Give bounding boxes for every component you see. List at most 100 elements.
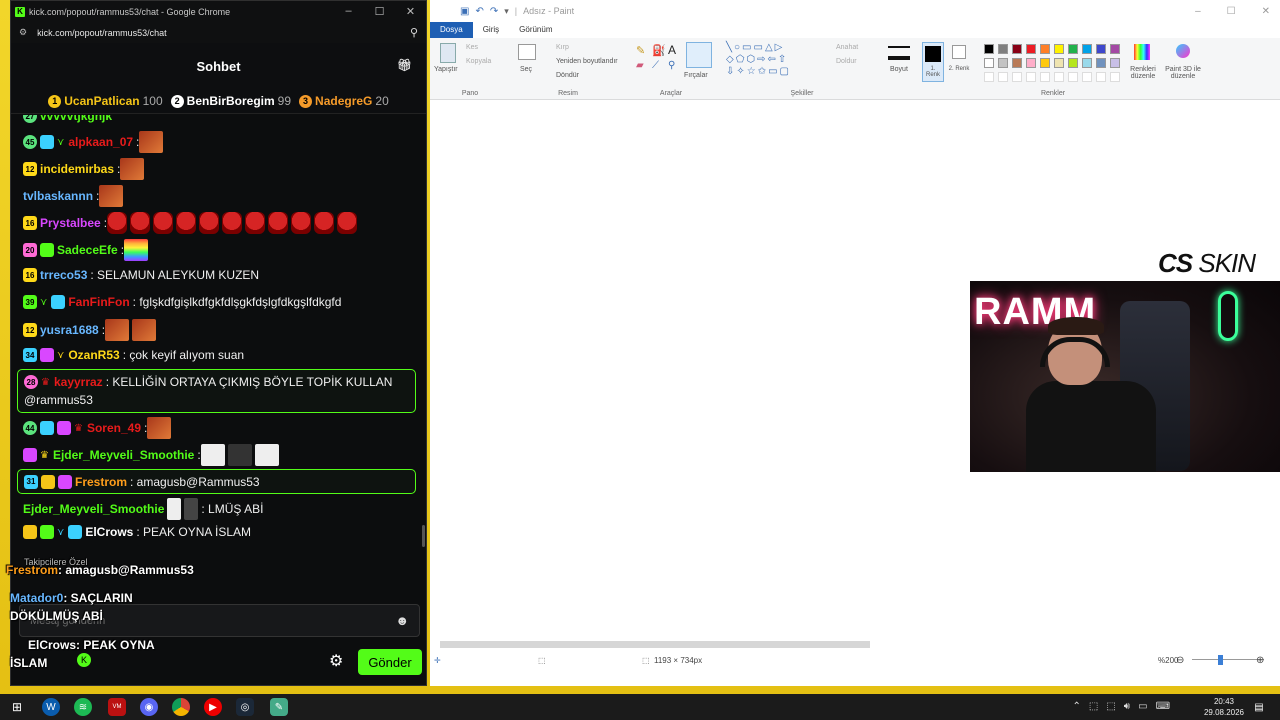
palette-swatch[interactable]	[1040, 58, 1050, 68]
palette-swatch-empty[interactable]	[998, 72, 1008, 82]
palette-swatch[interactable]	[1068, 58, 1078, 68]
maximize-button[interactable]: ☐	[364, 5, 395, 18]
palette-swatch[interactable]	[1040, 44, 1050, 54]
url-text[interactable]: kick.com/popout/rammus53/chat	[37, 28, 410, 38]
tray-icon[interactable]: ⬚	[1089, 701, 1098, 712]
emoji-icon[interactable]: ☻	[395, 613, 409, 628]
paint3d-icon[interactable]	[1176, 44, 1190, 58]
zoom-out-button[interactable]: ⊖	[1176, 655, 1184, 666]
chat-username[interactable]: Frestrom	[75, 475, 127, 489]
chat-username[interactable]: yusra1688	[40, 323, 99, 337]
chat-username[interactable]: Ejder_Meyveli_Smoothie	[23, 502, 164, 516]
horizontal-scrollbar[interactable]	[440, 641, 870, 648]
zoom-slider[interactable]	[1192, 659, 1264, 660]
windows-start-icon[interactable]: ⊞	[8, 698, 26, 716]
app-icon[interactable]: W	[42, 698, 60, 716]
palette-swatch[interactable]	[1054, 58, 1064, 68]
volume-icon[interactable]: 🔊︎	[1124, 701, 1130, 712]
palette-swatch[interactable]	[1096, 44, 1106, 54]
chat-username[interactable]: alpkaan_07	[68, 135, 133, 149]
palette-swatch-empty[interactable]	[1082, 72, 1092, 82]
taskbar-clock[interactable]: 20:43 29.08.2026	[1204, 696, 1244, 718]
paint-close-button[interactable]: ✕	[1262, 6, 1270, 17]
redo-icon[interactable]: ↷	[490, 6, 498, 17]
chat-username[interactable]: kayyrraz	[54, 375, 103, 389]
resize-button[interactable]: Yeniden boyutlandır	[556, 58, 618, 65]
palette-swatch[interactable]	[1068, 44, 1078, 54]
palette-swatch[interactable]	[1082, 58, 1092, 68]
edit-colors-button[interactable]: Renkleri düzenle	[1126, 66, 1160, 80]
network-icon[interactable]: ⬚	[1106, 701, 1115, 712]
gift-icon[interactable]: 🎁︎	[397, 58, 412, 72]
undo-icon[interactable]: ↶	[475, 6, 483, 17]
paint-minimize-button[interactable]: –	[1195, 6, 1201, 17]
kick-badge-icon[interactable]: K	[77, 653, 91, 667]
outline-button[interactable]: Anahat	[836, 44, 858, 51]
tab-gorunum[interactable]: Görünüm	[509, 22, 562, 38]
save-icon[interactable]: ▣	[460, 6, 469, 17]
discord-icon[interactable]: ◉	[140, 698, 158, 716]
palette-swatch-empty[interactable]	[984, 72, 994, 82]
steam-icon[interactable]: ◎	[236, 698, 254, 716]
palette-swatch-empty[interactable]	[1012, 72, 1022, 82]
paste-icon[interactable]	[440, 43, 456, 63]
palette-swatch[interactable]	[984, 58, 994, 68]
palette-swatch[interactable]	[1110, 58, 1120, 68]
youtube-icon[interactable]: ▶	[204, 698, 222, 716]
paste-button[interactable]: Yapıştır	[434, 66, 458, 73]
fill-icon[interactable]: ⛽	[652, 44, 666, 57]
palette-swatch[interactable]	[1110, 44, 1120, 54]
chat-username[interactable]: OzanR53	[68, 348, 119, 362]
zoom-slider-thumb[interactable]	[1218, 655, 1223, 665]
palette-swatch-empty[interactable]	[1068, 72, 1078, 82]
rotate-button[interactable]: Döndür	[556, 72, 579, 79]
crop-button[interactable]: Kırp	[556, 44, 569, 51]
notification-icon[interactable]: ▤	[1250, 698, 1268, 716]
palette-swatch[interactable]	[998, 44, 1008, 54]
minimize-button[interactable]: –	[333, 5, 364, 18]
palette-swatch-empty[interactable]	[1040, 72, 1050, 82]
chrome-icon[interactable]	[172, 698, 190, 716]
select-button[interactable]: Seç	[520, 66, 532, 73]
chat-username[interactable]: Prystalbee	[40, 216, 101, 230]
palette-swatch-empty[interactable]	[1096, 72, 1106, 82]
palette-swatch[interactable]	[1026, 58, 1036, 68]
pencil-icon[interactable]: ✎	[636, 44, 645, 57]
shapes-gallery[interactable]: ╲○▭▭△▷ ◇⬠⬡⇨⇦⇧ ⇩✧☆✩▭▢	[726, 42, 826, 78]
palette-swatch[interactable]	[998, 58, 1008, 68]
quick-access-dropdown-icon[interactable]: ▾	[504, 6, 509, 17]
chat-username[interactable]: ElCrows	[85, 525, 133, 539]
palette-swatch[interactable]	[1012, 44, 1022, 54]
brushes-button[interactable]: Fırçalar	[684, 72, 708, 79]
paint3d-button[interactable]: Paint 3D ile düzenle	[1160, 66, 1206, 80]
size-icon[interactable]	[888, 46, 910, 60]
palette-swatch[interactable]	[1082, 44, 1092, 54]
battery-icon[interactable]: ▭	[1138, 701, 1147, 712]
paint-maximize-button[interactable]: ☐	[1227, 6, 1236, 17]
palette-swatch-empty[interactable]	[1026, 72, 1036, 82]
chat-username[interactable]: SadeceEfe	[57, 243, 118, 257]
palette-swatch[interactable]	[984, 44, 994, 54]
site-info-icon[interactable]: ⚙	[19, 27, 27, 38]
close-button[interactable]: ✕	[395, 5, 426, 18]
zoom-icon[interactable]: ⚲	[410, 26, 418, 39]
color-picker-icon[interactable]: ⟋	[652, 60, 659, 71]
text-icon[interactable]: A	[668, 43, 676, 57]
select-icon[interactable]	[518, 44, 536, 60]
send-button[interactable]: Gönder	[358, 649, 422, 675]
color2-swatch[interactable]	[952, 45, 966, 59]
chat-username[interactable]: tvlbaskannn	[23, 189, 93, 203]
palette-swatch[interactable]	[1012, 58, 1022, 68]
cut-button[interactable]: Kes	[466, 44, 478, 51]
copy-button[interactable]: Kopyala	[466, 58, 491, 65]
chat-username[interactable]: vvvvvtjkgnjk	[40, 115, 112, 123]
paint-app-icon[interactable]: ✎	[270, 698, 288, 716]
voicemeeter-icon[interactable]: VM	[108, 698, 126, 716]
chat-scrollbar[interactable]	[422, 525, 425, 547]
eraser-icon[interactable]: ▰	[636, 60, 644, 71]
chat-username[interactable]: trreco53	[40, 268, 87, 282]
chat-message-list[interactable]: 27 vvvvvtjkgnjk 45 ⋎ alpkaan_07 : 12 inc…	[11, 115, 426, 595]
magnifier-icon[interactable]: ⚲	[668, 60, 675, 71]
spotify-icon[interactable]: ≋	[74, 698, 92, 716]
chat-username[interactable]: FanFinFon	[68, 295, 129, 309]
